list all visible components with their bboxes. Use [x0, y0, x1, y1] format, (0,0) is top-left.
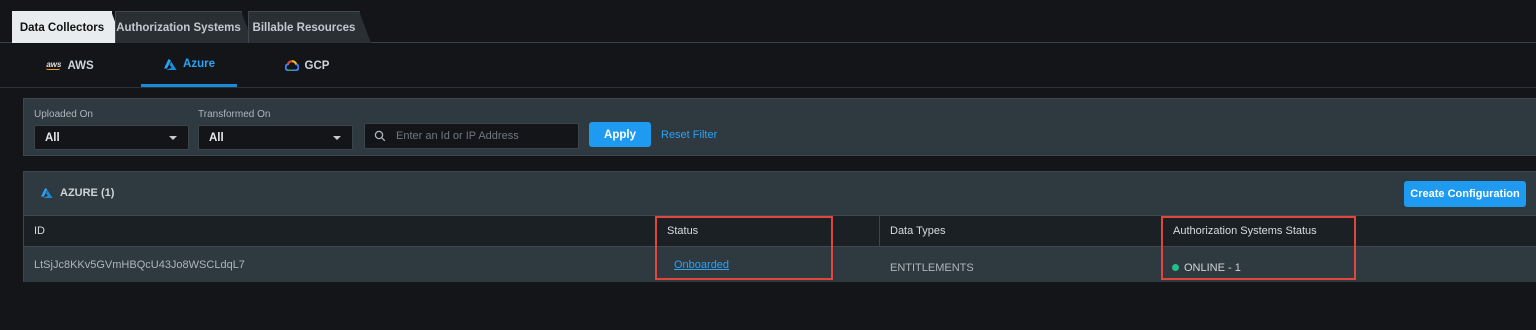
provider-tab-bar: aws AWS Azure GCP — [0, 44, 1536, 88]
section-header: AZURE (1) Create Configuration — [24, 172, 1536, 215]
tab-authorization-systems[interactable]: Authorization Systems — [115, 11, 253, 43]
tab-data-collectors-label: Data Collectors — [19, 21, 105, 34]
column-header-auth-status[interactable]: Authorization Systems Status — [1162, 216, 1536, 246]
search-box — [364, 123, 579, 149]
tab-aws[interactable]: aws AWS — [20, 44, 120, 87]
tab-billable-resources[interactable]: Billable Resources — [248, 11, 371, 43]
search-input[interactable] — [396, 130, 566, 142]
transformed-on-label: Transformed On — [198, 109, 271, 120]
tab-gcp[interactable]: GCP — [262, 44, 352, 87]
tab-aws-label: AWS — [67, 59, 94, 72]
transformed-on-value: All — [209, 131, 224, 144]
reset-filter-link[interactable]: Reset Filter — [661, 129, 717, 141]
cell-status: Onboarded — [664, 247, 878, 282]
section-title-text: AZURE (1) — [60, 187, 115, 199]
column-header-id[interactable]: ID — [24, 216, 656, 246]
tab-azure-label: Azure — [183, 58, 215, 70]
tab-azure[interactable]: Azure — [141, 44, 237, 87]
azure-collectors-panel: AZURE (1) Create Configuration ID Status… — [23, 171, 1536, 282]
chevron-down-icon — [333, 136, 341, 140]
filter-bar: Uploaded On All Transformed On All Apply… — [23, 98, 1536, 156]
column-header-status[interactable]: Status — [656, 216, 878, 246]
status-onboarded-link[interactable]: Onboarded — [674, 259, 729, 271]
aws-logo-icon: aws — [46, 60, 62, 70]
uploaded-on-label: Uploaded On — [34, 109, 93, 120]
azure-logo-icon — [41, 188, 53, 198]
gcp-logo-icon — [284, 60, 299, 71]
cell-data-types: ENTITLEMENTS — [890, 261, 974, 274]
uploaded-on-select[interactable]: All — [34, 125, 189, 150]
tab-authorization-systems-label: Authorization Systems — [116, 21, 241, 34]
tab-data-collectors[interactable]: Data Collectors — [12, 11, 123, 43]
column-header-data-types[interactable]: Data Types — [879, 216, 1161, 246]
tab-billable-resources-label: Billable Resources — [252, 21, 356, 34]
search-icon — [374, 130, 386, 142]
azure-logo-icon — [164, 58, 177, 70]
cell-auth-status: ONLINE - 1 — [1162, 247, 1536, 282]
apply-button[interactable]: Apply — [589, 122, 651, 147]
table-header: ID Status Data Types Authorization Syste… — [24, 215, 1536, 247]
auth-status-text: ONLINE - 1 — [1184, 261, 1241, 274]
transformed-on-select[interactable]: All — [198, 125, 353, 150]
status-online-icon — [1172, 264, 1179, 271]
chevron-down-icon — [169, 136, 177, 140]
section-title: AZURE (1) — [40, 187, 114, 199]
table-row: LtSjJc8KKv5GVmHBQcU43Jo8WSCLdqL7 Onboard… — [24, 247, 1536, 282]
uploaded-on-value: All — [45, 131, 60, 144]
cell-id: LtSjJc8KKv5GVmHBQcU43Jo8WSCLdqL7 — [34, 258, 245, 271]
tab-gcp-label: GCP — [304, 59, 330, 72]
create-configuration-button[interactable]: Create Configuration — [1404, 181, 1526, 207]
top-tab-bar: Data Collectors Authorization Systems Bi… — [0, 0, 1536, 43]
